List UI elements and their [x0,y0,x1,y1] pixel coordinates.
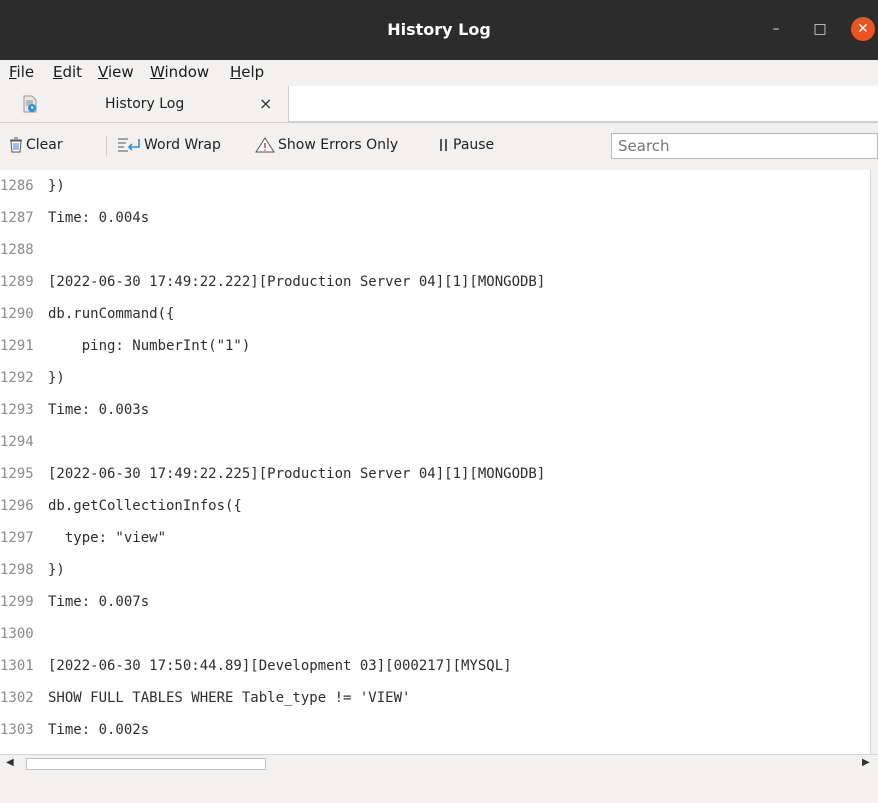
tab-bar: History Log × [0,86,878,123]
line-number: 1291 [0,338,34,354]
menu-bar: File Edit View Window Help [0,60,878,84]
log-text: }) [48,562,65,578]
log-line: 1286}) [0,170,65,202]
status-bar [0,772,878,803]
line-number: 1294 [0,434,34,450]
vertical-scrollbar[interactable] [870,170,878,754]
log-line: 1299 Time: 0.007s [0,586,149,618]
log-text: Time: 0.007s [48,594,150,610]
line-number: 1290 [0,306,34,322]
tab-history-log[interactable]: History Log × [9,86,289,122]
log-line: 1301 [2022-06-30 17:50:44.89][Development… [0,650,512,682]
log-line: 1291 ping: NumberInt("1") [0,330,250,362]
line-number: 1303 [0,722,34,738]
log-text: SHOW FULL TABLES WHERE Table_type != 'VI… [48,690,411,706]
horizontal-scroll-thumb[interactable] [26,758,266,770]
horizontal-scrollbar[interactable]: ◀ ▶ [0,754,878,773]
word-wrap-label: Word Wrap [144,137,221,153]
log-text: type: "view" [48,530,167,546]
log-text: }) [48,178,65,194]
menu-window[interactable]: Window [150,63,209,81]
log-line: 1288 [0,234,48,266]
log-line: 1302 SHOW FULL TABLES WHERE Table_type !=… [0,682,410,714]
log-text: [2022-06-30 17:50:44.89][Development 03]… [48,658,512,674]
line-number: 1298 [0,562,34,578]
log-text: [2022-06-30 17:49:22.225][Production Ser… [48,466,546,482]
pause-button[interactable]: Pause [438,137,494,153]
line-number: 1302 [0,690,34,706]
show-errors-only-label: Show Errors Only [278,137,399,153]
line-number: 1289 [0,274,34,290]
menu-view[interactable]: View [98,63,134,81]
log-line: 1287 Time: 0.004s [0,202,149,234]
line-number: 1293 [0,402,34,418]
log-text: [2022-06-30 17:49:22.222][Production Ser… [48,274,546,290]
log-line: 1295 [2022-06-30 17:49:22.225][Production… [0,458,545,490]
log-text: db.runCommand({ [48,306,175,322]
log-line: 1292}) [0,362,65,394]
log-line: 1303 Time: 0.002s [0,714,149,746]
tab-label: History Log [105,96,185,112]
log-text: db.getCollectionInfos({ [48,498,242,514]
title-bar: History Log – □ ✕ [0,0,878,60]
line-number: 1300 [0,626,34,642]
scroll-right-arrow-icon[interactable]: ▶ [862,757,870,768]
log-text: Time: 0.003s [48,402,150,418]
line-number: 1287 [0,210,34,226]
log-line: 1300 [0,618,48,650]
scroll-left-arrow-icon[interactable]: ◀ [6,757,14,768]
log-line: 1294 [0,426,48,458]
menu-help[interactable]: Help [230,63,264,81]
history-log-icon [23,95,37,113]
word-wrap-icon [118,138,140,152]
line-number: 1292 [0,370,34,386]
log-line: 1293 Time: 0.003s [0,394,149,426]
show-errors-only-button[interactable]: Show Errors Only [255,137,398,153]
log-text: Time: 0.004s [48,210,150,226]
maximize-button[interactable]: □ [808,17,832,41]
log-text: ping: NumberInt("1") [48,338,251,354]
warning-icon [255,137,275,153]
word-wrap-button[interactable]: Word Wrap [117,137,221,153]
log-line: 1290 db.runCommand({ [0,298,174,330]
log-line: 1296 db.getCollectionInfos({ [0,490,242,522]
window-title: History Log [387,20,491,39]
clear-label: Clear [26,137,63,153]
close-button[interactable]: ✕ [851,17,875,41]
log-text: Time: 0.002s [48,722,150,738]
line-number: 1286 [0,178,34,194]
tab-bar-empty [289,86,878,122]
line-number: 1301 [0,658,34,674]
log-line: 1298}) [0,554,65,586]
log-text: }) [48,370,65,386]
tab-close-icon[interactable]: × [259,94,272,113]
menu-edit[interactable]: Edit [53,63,82,81]
pause-label: Pause [453,137,495,153]
line-number: 1299 [0,594,34,610]
toolbar-separator [106,136,107,156]
clear-button[interactable]: Clear [9,137,63,153]
line-number: 1296 [0,498,34,514]
minimize-button[interactable]: – [764,17,788,41]
trash-icon [10,137,22,153]
log-line: 1289 [2022-06-30 17:49:22.222][Production… [0,266,545,298]
log-view[interactable]: 1286}) 1287 Time: 0.004s 1288 1289 [2022-06-3… [0,170,870,754]
menu-file[interactable]: File [9,63,34,81]
log-line: 1297 type: "view" [0,522,166,554]
line-number: 1295 [0,466,34,482]
line-number: 1297 [0,530,34,546]
search-input[interactable] [611,133,878,159]
toolbar: Clear Word Wrap Show Errors Only Pause [0,125,878,167]
line-number: 1288 [0,242,34,258]
pause-icon [440,139,447,151]
